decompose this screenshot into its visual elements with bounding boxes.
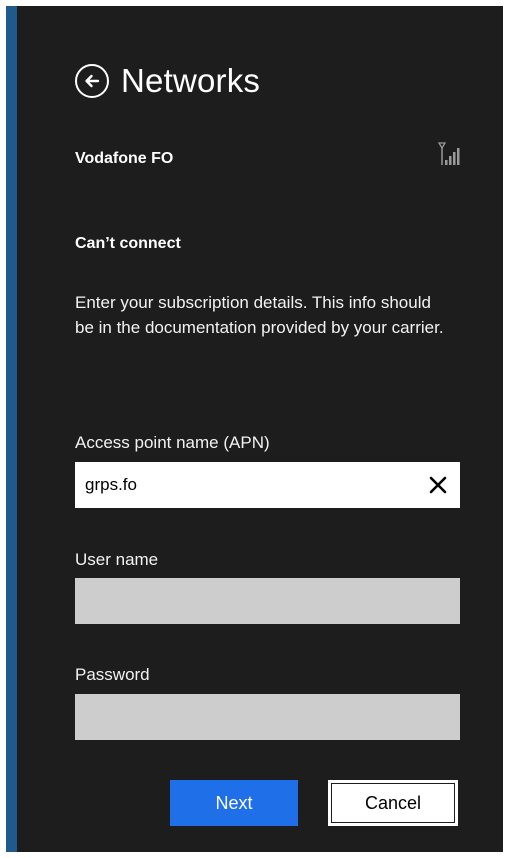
username-label: User name <box>75 550 159 569</box>
settings-flyout: Networks Vodafone FO Can’t connect Enter… <box>0 0 509 858</box>
network-name: Vodafone FO <box>75 150 174 167</box>
cellular-signal-icon <box>437 141 460 172</box>
username-field[interactable] <box>75 578 460 624</box>
back-arrow-icon[interactable] <box>75 64 109 98</box>
password-input[interactable] <box>75 694 415 740</box>
apn-input[interactable] <box>77 464 417 506</box>
networks-panel: Networks Vodafone FO Can’t connect Enter… <box>17 6 503 852</box>
apn-field[interactable] <box>75 462 460 508</box>
header: Networks <box>75 61 260 101</box>
apn-label: Access point name (APN) <box>75 433 270 452</box>
description-text: Enter your subscription details. This in… <box>75 293 444 337</box>
network-row: Vodafone FO <box>75 142 460 170</box>
clear-x-icon[interactable] <box>428 475 448 495</box>
username-input[interactable] <box>75 578 415 624</box>
connection-status: Can’t connect <box>75 235 181 252</box>
cancel-button[interactable]: Cancel <box>328 780 458 826</box>
next-button[interactable]: Next <box>170 780 298 826</box>
password-label: Password <box>75 665 150 684</box>
password-field[interactable] <box>75 694 460 740</box>
accent-bar <box>6 6 17 852</box>
page-title: Networks <box>121 62 261 99</box>
